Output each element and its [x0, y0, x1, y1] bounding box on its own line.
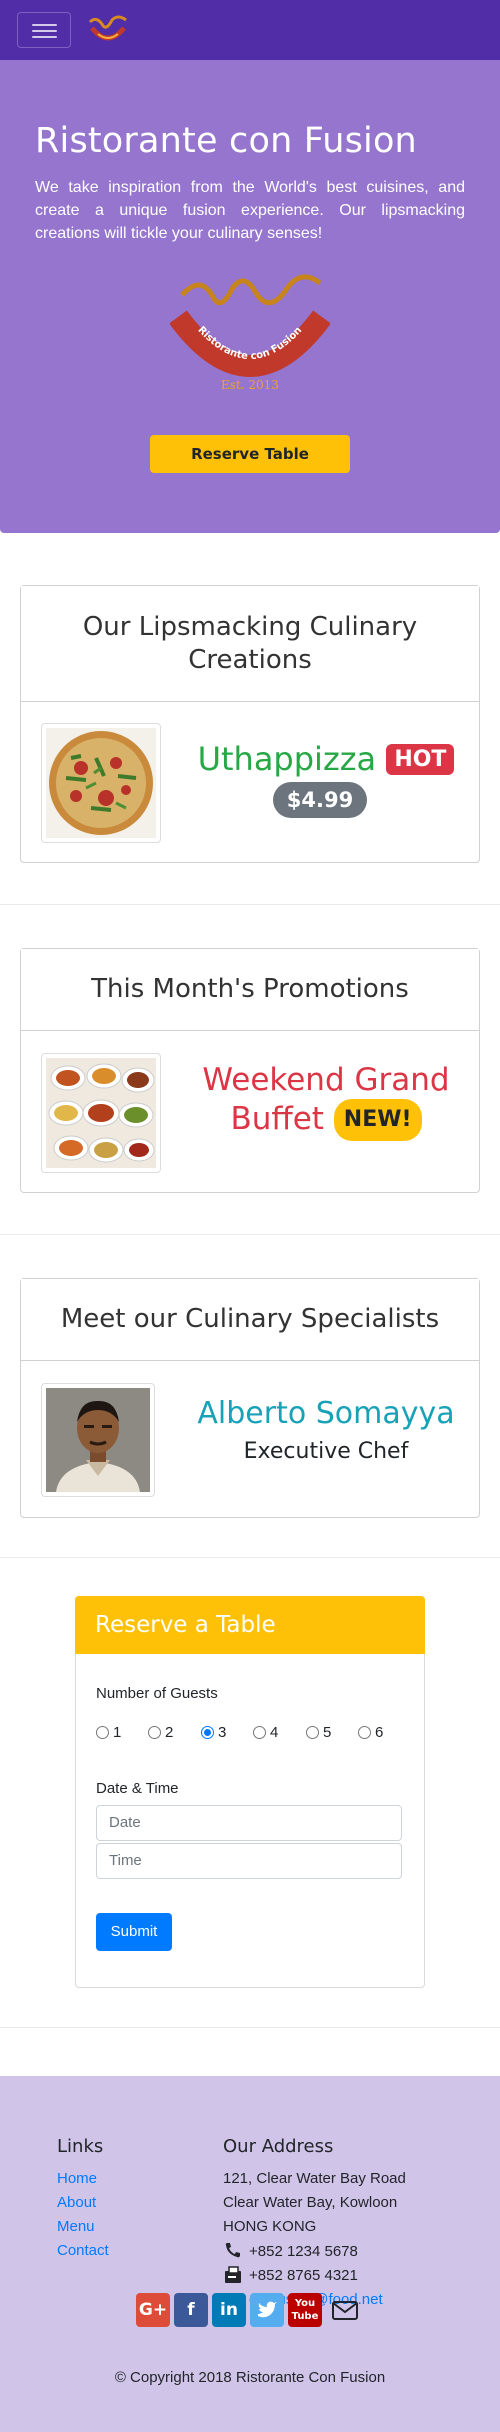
fax-row: +852 8765 4321 — [223, 2266, 358, 2284]
guest-option-3[interactable]: 3 — [201, 1724, 226, 1741]
radio-icon[interactable] — [253, 1726, 266, 1739]
section-divider — [0, 904, 500, 905]
promotion-card-header: This Month's Promotions — [21, 949, 479, 1031]
address-line: 121, Clear Water Bay Road — [223, 2170, 406, 2187]
price-badge: $4.99 — [273, 782, 367, 818]
phone-icon — [225, 2243, 240, 2258]
restaurant-logo-icon[interactable] — [86, 14, 130, 46]
phone-number: +852 1234 5678 — [249, 2242, 358, 2260]
datetime-label: Date & Time — [96, 1780, 179, 1797]
jumbotron-description: We take inspiration from the World's bes… — [35, 179, 465, 242]
address-line: Clear Water Bay, Kowloon — [223, 2194, 398, 2211]
fax-icon — [225, 2266, 241, 2283]
dish-image — [41, 723, 161, 843]
google-plus-icon[interactable]: G+ — [136, 2293, 170, 2327]
guest-option-1[interactable]: 1 — [96, 1724, 121, 1741]
leader-name: Alberto Somayya — [197, 1396, 455, 1431]
section-divider — [0, 1234, 500, 1235]
footer-link-home[interactable]: Home — [57, 2170, 97, 2187]
phone-row: +852 1234 5678 — [223, 2242, 358, 2260]
leader-card-header: Meet our Culinary Specialists — [21, 1279, 479, 1361]
hamburger-icon[interactable] — [17, 12, 71, 48]
guest-option-2[interactable]: 2 — [148, 1724, 173, 1741]
submit-button[interactable]: Submit — [96, 1913, 172, 1951]
footer-link-menu[interactable]: Menu — [57, 2218, 95, 2235]
dish-name: Uthappizza — [197, 740, 377, 778]
twitter-icon[interactable] — [250, 2293, 284, 2327]
address-line: HONG KONG — [223, 2218, 317, 2235]
restaurant-logo-icon: Ristorante con Fusion Est. 2013 — [170, 274, 330, 392]
hot-badge: HOT — [386, 744, 455, 775]
radio-icon[interactable] — [148, 1726, 161, 1739]
section-divider — [0, 2027, 500, 2028]
youtube-icon[interactable]: You Tube — [288, 2293, 322, 2327]
radio-icon[interactable] — [358, 1726, 371, 1739]
linkedin-icon[interactable]: in — [212, 2293, 246, 2327]
reserve-table-button[interactable]: Reserve Table — [150, 435, 350, 473]
dish-card: Our Lipsmacking Culinary Creations Uthap… — [20, 585, 480, 863]
reserve-table-form: Reserve a Table Number of Guests 1 2 3 4… — [75, 1596, 425, 1988]
page-title: Ristorante con Fusion — [35, 121, 417, 161]
guest-option-5[interactable]: 5 — [306, 1724, 331, 1741]
time-input[interactable]: Time — [96, 1843, 402, 1879]
leader-card: Meet our Culinary Specialists Alberto So… — [20, 1278, 480, 1518]
guests-label: Number of Guests — [96, 1685, 218, 1702]
guest-option-6[interactable]: 6 — [358, 1724, 383, 1741]
promotion-card: This Month's Promotions Weekend Grand Bu… — [20, 948, 480, 1193]
mail-icon[interactable] — [328, 2293, 362, 2327]
address-heading: Our Address — [223, 2136, 334, 2157]
leader-photo — [41, 1383, 155, 1497]
new-badge: NEW! — [333, 1099, 422, 1141]
fax-number: +852 8765 4321 — [249, 2266, 358, 2284]
section-divider — [0, 1557, 500, 1558]
footer-link-about[interactable]: About — [57, 2194, 96, 2211]
date-input[interactable]: Date — [96, 1805, 402, 1841]
navbar — [0, 0, 500, 60]
leader-designation: Executive Chef — [243, 1439, 409, 1464]
dish-card-header: Our Lipsmacking Culinary Creations — [21, 586, 479, 702]
radio-selected-icon[interactable] — [201, 1726, 214, 1739]
radio-icon[interactable] — [96, 1726, 109, 1739]
footer-link-contact[interactable]: Contact — [57, 2242, 109, 2259]
links-heading: Links — [57, 2136, 104, 2157]
guest-option-4[interactable]: 4 — [253, 1724, 278, 1741]
promotion-image — [41, 1053, 161, 1173]
reserve-form-title: Reserve a Table — [75, 1596, 425, 1654]
jumbotron: Ristorante con Fusion We take inspiratio… — [0, 60, 500, 533]
facebook-icon[interactable]: f — [174, 2293, 208, 2327]
copyright: © Copyright 2018 Ristorante Con Fusion — [114, 2369, 386, 2386]
radio-icon[interactable] — [306, 1726, 319, 1739]
logo-est: Est. 2013 — [221, 378, 279, 392]
